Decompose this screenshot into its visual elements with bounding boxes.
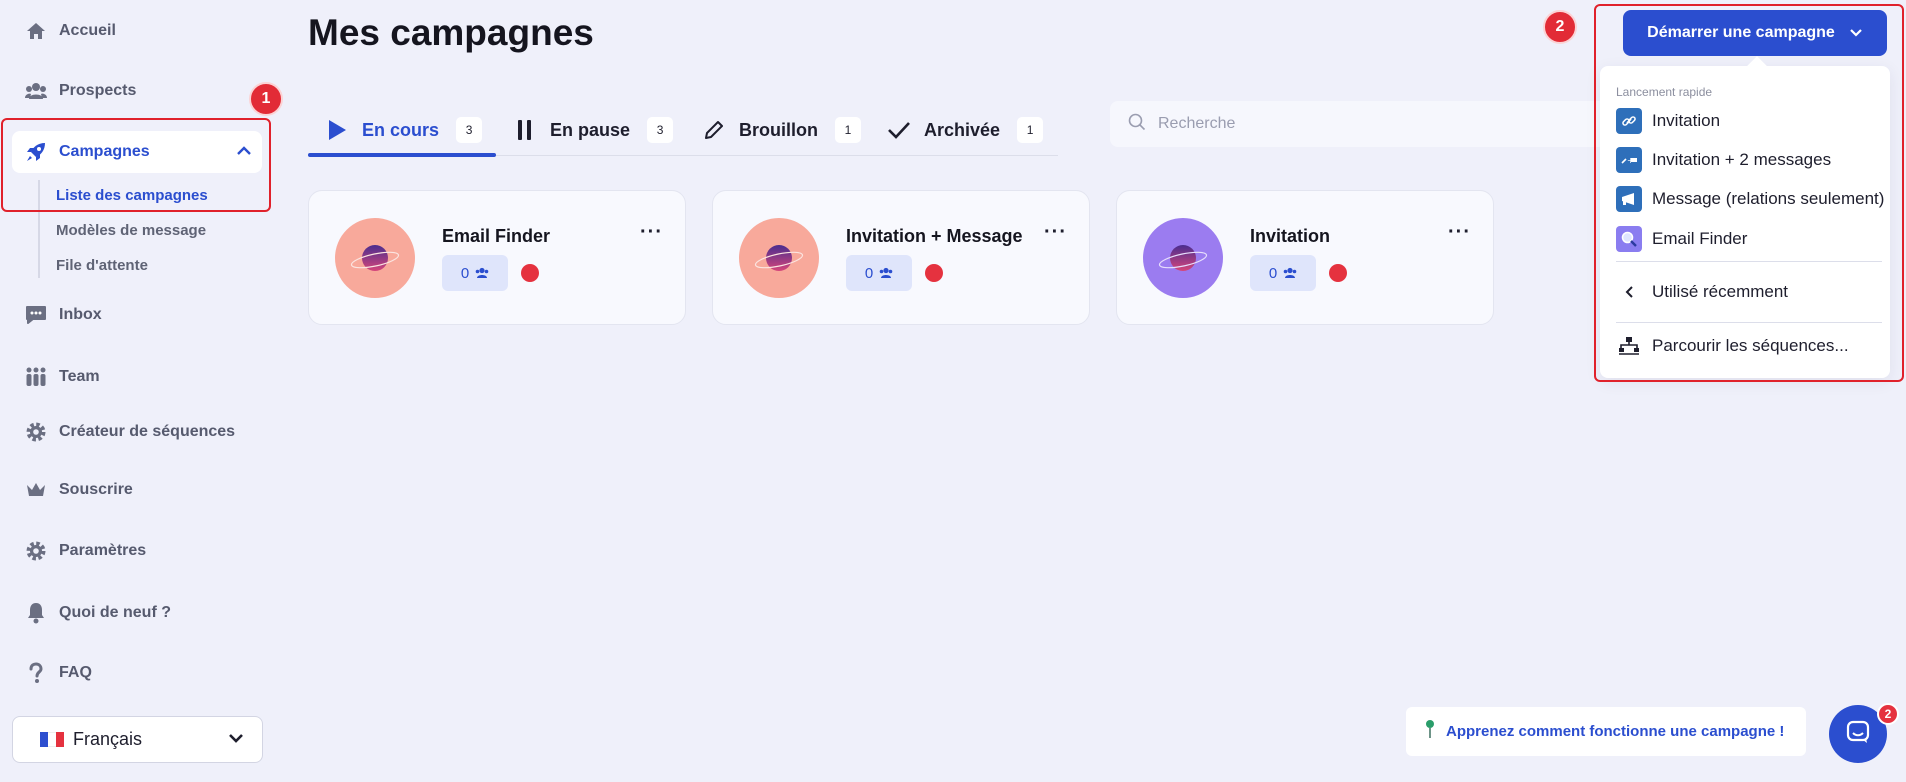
sidebar-item-souscrire[interactable]: Souscrire bbox=[24, 476, 133, 504]
campaign-name: Invitation + Message bbox=[846, 226, 1023, 246]
question-icon bbox=[24, 661, 48, 685]
crown-icon bbox=[24, 478, 48, 502]
prospect-count-pill[interactable]: 0 bbox=[1250, 255, 1316, 291]
planet-avatar-icon bbox=[739, 218, 819, 298]
active-tab-indicator bbox=[308, 153, 496, 157]
tab-count: 1 bbox=[835, 117, 861, 143]
chat-icon bbox=[24, 303, 48, 327]
help-link: Apprenez comment fonctionne une campagne… bbox=[1446, 723, 1785, 740]
sidebar-item-label: Quoi de neuf ? bbox=[59, 604, 171, 621]
team-icon bbox=[24, 365, 48, 389]
sidebar-item-accueil[interactable]: Accueil bbox=[24, 17, 116, 45]
planet-avatar-icon bbox=[335, 218, 415, 298]
prospect-count: 0 bbox=[1268, 264, 1278, 282]
campaign-card[interactable]: Email Finder 0 ··· bbox=[308, 190, 686, 325]
annotation-badge-2: 2 bbox=[1543, 10, 1577, 44]
sidebar-item-label: Paramètres bbox=[59, 542, 147, 559]
pencil-icon bbox=[701, 117, 727, 143]
sidebar-item-label: Inbox bbox=[59, 306, 102, 323]
prospect-count: 0 bbox=[864, 264, 874, 282]
more-options-icon[interactable]: ··· bbox=[1044, 221, 1067, 244]
tab-count: 3 bbox=[456, 117, 483, 143]
check-icon bbox=[886, 117, 912, 143]
prospect-count: 0 bbox=[460, 264, 470, 282]
search-box bbox=[1110, 101, 1610, 147]
chat-notification-badge: 2 bbox=[1877, 703, 1899, 725]
users-icon bbox=[1283, 267, 1297, 278]
tab-archivee[interactable]: Archivée 1 bbox=[886, 104, 1044, 156]
play-icon bbox=[324, 117, 350, 143]
sidebar-subitem-file-attente[interactable]: File d'attente bbox=[56, 257, 148, 274]
users-icon bbox=[24, 79, 48, 103]
sidebar-item-faq[interactable]: FAQ bbox=[24, 659, 92, 687]
language-select[interactable]: Français bbox=[12, 716, 263, 763]
page-title: Mes campagnes bbox=[308, 12, 594, 53]
chat-bubble-icon bbox=[1845, 719, 1871, 750]
sidebar-item-parametres[interactable]: Paramètres bbox=[24, 537, 146, 565]
sidebar-item-label: FAQ bbox=[59, 664, 92, 681]
sidebar-item-quoi-de-neuf[interactable]: Quoi de neuf ? bbox=[24, 599, 171, 627]
campaign-name: Invitation bbox=[1250, 226, 1330, 246]
tab-label: Archivée bbox=[924, 119, 1001, 140]
tab-count: 1 bbox=[1017, 117, 1044, 143]
sidebar-item-label: Souscrire bbox=[59, 481, 133, 498]
sidebar-item-label: Team bbox=[59, 368, 100, 385]
language-label: Français bbox=[73, 729, 143, 749]
tab-count: 3 bbox=[647, 117, 674, 143]
more-options-icon[interactable]: ··· bbox=[1448, 221, 1471, 244]
sidebar-item-label: Créateur de séquences bbox=[59, 423, 236, 440]
status-dot bbox=[521, 264, 539, 282]
tab-label: En pause bbox=[550, 119, 631, 140]
chevron-down-icon bbox=[228, 731, 244, 749]
campaign-tabs: En cours 3 En pause 3 Brouillon 1 Archiv… bbox=[308, 104, 1058, 157]
bell-icon bbox=[24, 601, 48, 625]
help-banner[interactable]: Apprenez comment fonctionne une campagne… bbox=[1406, 707, 1806, 756]
sidebar-item-prospects[interactable]: Prospects bbox=[24, 77, 136, 105]
search-input[interactable] bbox=[1158, 115, 1458, 133]
prospect-count-pill[interactable]: 0 bbox=[846, 255, 912, 291]
sidebar-item-team[interactable]: Team bbox=[24, 363, 100, 391]
campaign-card[interactable]: Invitation 0 ··· bbox=[1116, 190, 1494, 325]
sidebar-item-label: Prospects bbox=[59, 82, 137, 99]
gear-icon bbox=[24, 420, 48, 444]
tab-en-cours[interactable]: En cours 3 bbox=[324, 104, 483, 156]
pin-icon bbox=[1424, 719, 1436, 744]
status-dot bbox=[1329, 264, 1347, 282]
tab-label: Brouillon bbox=[739, 119, 818, 140]
sidebar-subitem-modeles-message[interactable]: Modèles de message bbox=[56, 222, 206, 239]
tab-en-pause[interactable]: En pause 3 bbox=[512, 104, 674, 156]
prospect-count-pill[interactable]: 0 bbox=[442, 255, 508, 291]
flag-france-icon bbox=[40, 732, 64, 747]
home-icon bbox=[24, 19, 48, 43]
sidebar-item-inbox[interactable]: Inbox bbox=[24, 301, 102, 329]
campaign-card[interactable]: Invitation + Message 0 ··· bbox=[712, 190, 1090, 325]
annotation-badge-1: 1 bbox=[249, 82, 283, 116]
gear-icon bbox=[24, 539, 48, 563]
sidebar-item-createur-sequences[interactable]: Créateur de séquences bbox=[24, 418, 235, 446]
users-icon bbox=[475, 267, 489, 278]
pause-icon bbox=[512, 117, 538, 143]
more-options-icon[interactable]: ··· bbox=[640, 221, 663, 244]
annotation-box-1 bbox=[1, 118, 271, 212]
tab-label: En cours bbox=[362, 119, 440, 140]
search-icon bbox=[1128, 113, 1146, 136]
planet-avatar-icon bbox=[1143, 218, 1223, 298]
tab-brouillon[interactable]: Brouillon 1 bbox=[701, 104, 861, 156]
sidebar-item-label: Accueil bbox=[59, 22, 116, 39]
status-dot bbox=[925, 264, 943, 282]
users-icon bbox=[879, 267, 893, 278]
campaign-name: Email Finder bbox=[442, 226, 551, 246]
annotation-box-2 bbox=[1594, 4, 1904, 382]
